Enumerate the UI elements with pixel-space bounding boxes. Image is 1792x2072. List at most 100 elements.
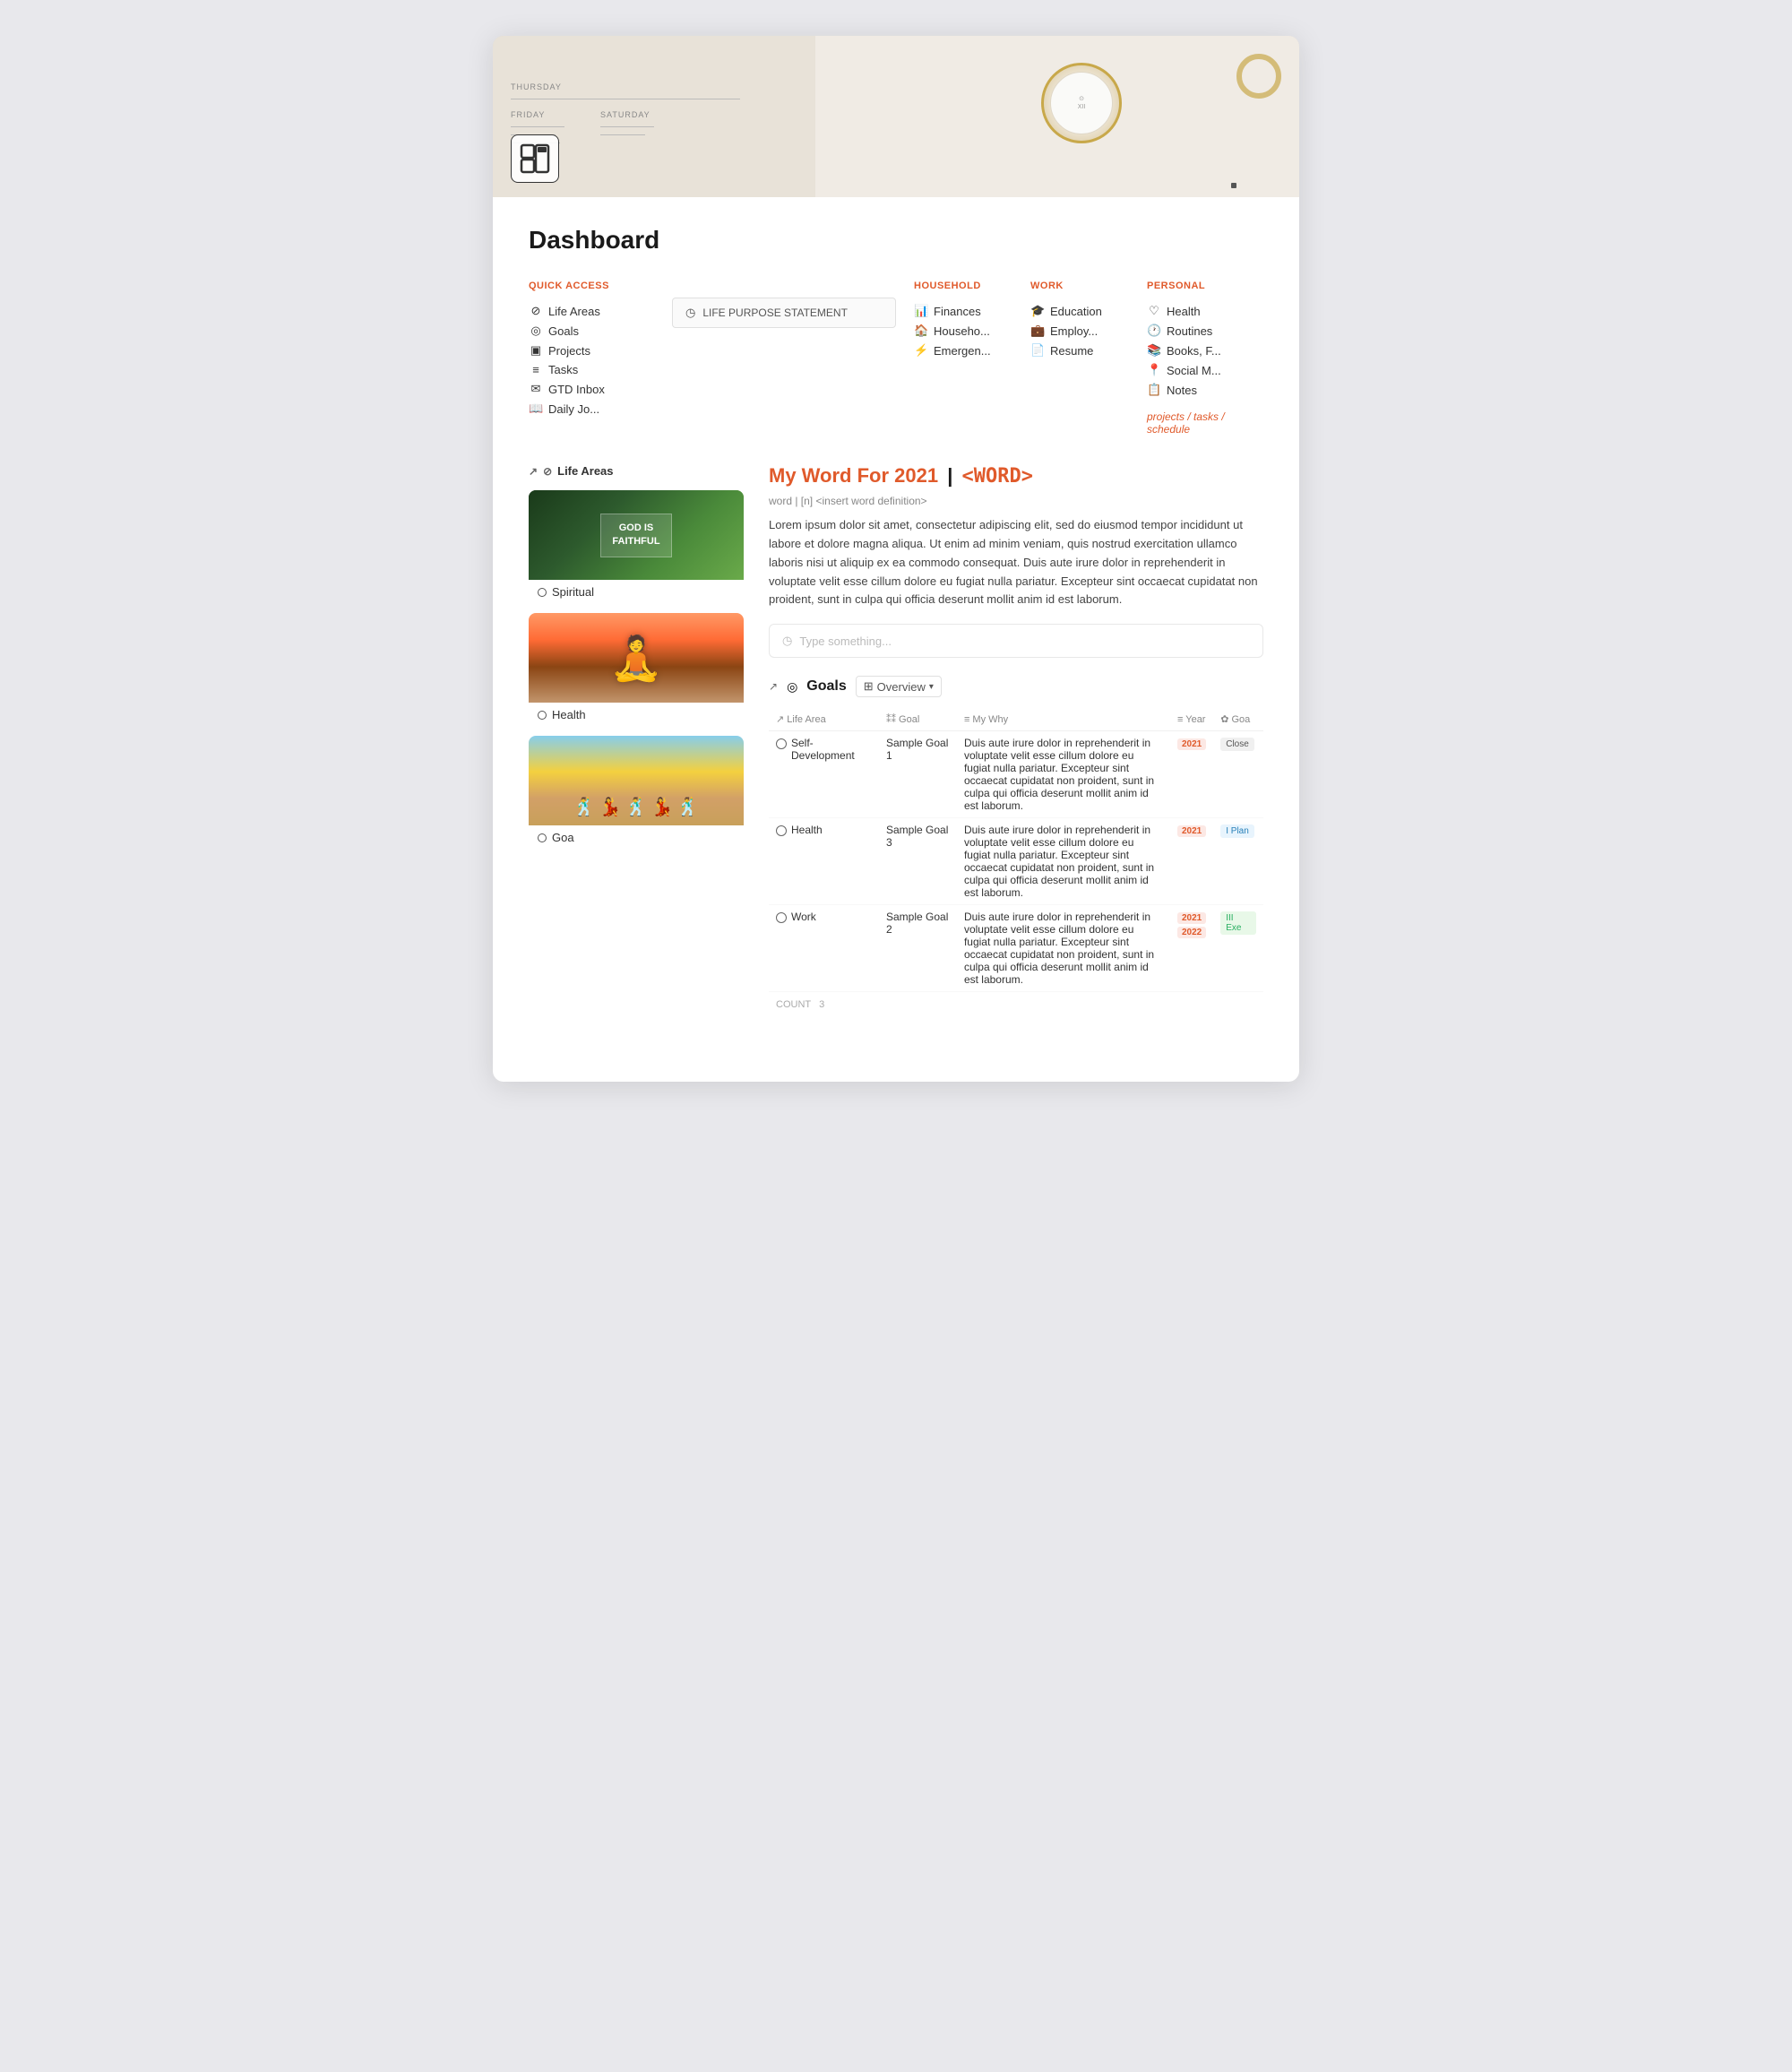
word-for-year-title: My Word For 2021 | <WORD> [769,464,1263,488]
calendar-day-thursday: THURSDAY [511,82,797,91]
type-input-box[interactable]: ◷ Type something... [769,624,1263,658]
main-content: Dashboard QUICK ACCESS ⊘ Life Areas ◎ Go… [493,197,1299,1082]
nav-education[interactable]: 🎓 Education [1030,301,1147,321]
goal-row-area-2: Health [769,818,879,905]
nav-books[interactable]: 📚 Books, F... [1147,341,1263,360]
nav-quick-access: QUICK ACCESS ⊘ Life Areas ◎ Goals ▣ Proj… [529,280,672,436]
spiritual-image: GOD ISFAITHFUL [529,490,744,580]
health-silhouette: 🧘 [609,633,663,684]
nav-tasks[interactable]: ≡ Tasks [529,360,654,379]
nav-household-item[interactable]: 🏠 Househo... [914,321,1030,341]
col-life-area: ↗ Life Area [769,708,879,731]
nav-finances[interactable]: 📊 Finances [914,301,1030,321]
goals-header: ↗ ◎ Goals ⊞ Overview ▾ [769,676,1263,697]
col-status: ✿ Goa [1213,708,1263,731]
spiritual-dot [538,588,547,597]
expand-icon: ↗ [529,465,538,478]
year-badge-1: 2021 [1177,738,1206,750]
year-badge-2: 2021 [1177,825,1206,837]
person-3: 🕺 [625,796,648,818]
projects-icon: ▣ [529,343,543,358]
friends-dot [538,833,547,842]
nav-employment[interactable]: 💼 Employ... [1030,321,1147,341]
area-dot-2 [776,825,787,836]
overview-label: Overview [877,680,926,694]
goals-title: Goals [806,678,846,695]
count-label: COUNT [776,999,811,1010]
nav-projects[interactable]: ▣ Projects [529,341,654,360]
goals-icon: ◎ [529,324,543,338]
word-separator: | [947,464,952,487]
nav-personal: PERSONAL ♡ Health 🕐 Routines 📚 Books, F.… [1147,280,1263,436]
small-square [1231,183,1236,188]
nav-life-areas[interactable]: ⊘ Life Areas [529,301,654,321]
content-section: ↗ ⊘ Life Areas GOD ISFAITHFUL Spiritual [529,464,1263,1017]
nav-life-purpose: ◷ LIFE PURPOSE STATEMENT [672,280,914,436]
goal-row-why-2: Duis aute irure dolor in reprehenderit i… [957,818,1170,905]
health-dot [538,711,547,720]
life-purpose-icon: ◷ [685,306,695,320]
count-value: 3 [819,999,824,1010]
goals-target-icon: ◎ [787,679,797,695]
word-description: Lorem ipsum dolor sit amet, consectetur … [769,516,1263,609]
hero-banner: THURSDAY FRIDAY SATURDAY [493,36,1299,197]
nav-health[interactable]: ♡ Health [1147,301,1263,321]
table-row: Health Sample Goal 3 Duis aute irure dol… [769,818,1263,905]
daily-journal-icon: 📖 [529,401,543,416]
nav-goals[interactable]: ◎ Goals [529,321,654,341]
area-dot-3 [776,912,787,923]
table-row: Self-Development Sample Goal 1 Duis aute… [769,731,1263,818]
hero-watch-area: ⊙XII [815,36,1299,197]
social-media-icon: 📍 [1147,363,1161,377]
calendar-day-saturday: SATURDAY [600,110,654,119]
life-area-friends-card[interactable]: 🕺 💃 🕺 💃 🕺 Goa [529,736,744,850]
ring-image [1236,54,1281,99]
life-areas-icon: ⊘ [529,304,543,318]
goal-row-status-1: Close [1213,731,1263,818]
word-for-label: My Word For 2021 [769,464,938,487]
nav-routines[interactable]: 🕐 Routines [1147,321,1263,341]
table-icon: ⊞ [864,679,874,694]
friends-label: Goa [529,825,744,850]
life-area-health-card[interactable]: 🧘 Health [529,613,744,727]
nav-resume[interactable]: 📄 Resume [1030,341,1147,360]
goal-row-name-1: Sample Goal 1 [879,731,957,818]
nav-social-media[interactable]: 📍 Social M... [1147,360,1263,380]
work-title: WORK [1030,280,1147,292]
household-title: HOUSEHOLD [914,280,1030,292]
life-areas-header: ↗ ⊘ Life Areas [529,464,744,478]
life-purpose-button[interactable]: ◷ LIFE PURPOSE STATEMENT [672,298,896,328]
col-goal: ⁑⁑ Goal [879,708,957,731]
calendar-day-friday: FRIDAY [511,110,564,119]
goal-row-year-3: 2021 2022 [1170,905,1213,992]
area-dot-1 [776,738,787,749]
goal-row-year-1: 2021 [1170,731,1213,818]
nav-section: QUICK ACCESS ⊘ Life Areas ◎ Goals ▣ Proj… [529,280,1263,436]
chevron-down-icon: ▾ [929,682,934,692]
type-placeholder: Type something... [799,635,892,648]
tasks-icon: ≡ [529,363,543,376]
emergency-icon: ⚡ [914,343,928,358]
col-year: ≡ Year [1170,708,1213,731]
household-icon: 🏠 [914,324,928,338]
nav-daily-journal[interactable]: 📖 Daily Jo... [529,399,654,419]
routines-icon: 🕐 [1147,324,1161,338]
nav-gtd-inbox[interactable]: ✉ GTD Inbox [529,379,654,399]
projects-tasks-link[interactable]: projects / tasks / schedule [1147,410,1263,436]
person-1: 🕺 [573,796,596,818]
view-selector[interactable]: ⊞ Overview ▾ [856,676,942,697]
health-image: 🧘 [529,613,744,703]
status-badge-exe: III Exe [1220,911,1256,935]
person-4: 💃 [650,796,673,818]
resume-icon: 📄 [1030,343,1045,358]
life-area-spiritual-card[interactable]: GOD ISFAITHFUL Spiritual [529,490,744,604]
nav-notes[interactable]: 📋 Notes [1147,380,1263,400]
year-badge-3b: 2022 [1177,927,1206,938]
nav-work: WORK 🎓 Education 💼 Employ... 📄 Resume [1030,280,1147,436]
finances-icon: 📊 [914,304,928,318]
goals-section: ↗ ◎ Goals ⊞ Overview ▾ [769,676,1263,1017]
nav-emergency[interactable]: ⚡ Emergen... [914,341,1030,360]
spiritual-label: Spiritual [529,580,744,604]
spiritual-sign: GOD ISFAITHFUL [600,514,671,557]
life-areas-section-icon: ⊘ [543,465,552,478]
